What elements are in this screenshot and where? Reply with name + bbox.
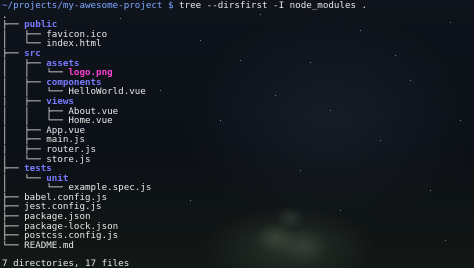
tree-line: ├── package.json (2, 212, 474, 222)
tree-line: ├── tests (2, 164, 474, 174)
tree-branch-prefix: └── (2, 240, 25, 251)
tree-line: ├── public (2, 20, 474, 30)
file-name: App.vue (46, 125, 85, 136)
tree-line: │ │ ├── About.vue (2, 107, 474, 117)
file-name: HelloWorld.vue (68, 87, 146, 97)
command-text: tree --dirsfirst -I node_modules . (173, 1, 368, 11)
tree-line: │ ├── App.vue (2, 126, 474, 136)
file-name: Home.vue (68, 116, 113, 126)
tree-line: . (2, 11, 474, 21)
file-name: index.html (46, 39, 102, 49)
tree-branch-prefix: │ ├── (2, 29, 47, 40)
tree-branch-prefix: │ └── (2, 39, 47, 49)
tree-line: ├── babel.config.js (2, 193, 474, 203)
tree-branch-prefix: │ └── (2, 183, 69, 193)
file-name: About.vue (68, 106, 119, 117)
tree-branch-prefix: │ ├── (2, 125, 47, 136)
tree-branch-prefix: │ ├── (2, 144, 47, 155)
tree-branch-prefix: ├── (2, 164, 25, 174)
tree-branch-prefix: │ ├── (2, 96, 47, 107)
terminal-output: ~/projects/my-awesome-project $ tree --d… (2, 1, 474, 250)
tree-line: │ └── store.js (2, 155, 474, 165)
tree-branch-prefix: ├── (2, 221, 25, 232)
tree-branch-prefix: ├── (2, 212, 25, 222)
command-line: ~/projects/my-awesome-project $ tree --d… (2, 1, 474, 11)
file-name: main.js (46, 135, 85, 145)
terminal-window[interactable]: ~/projects/my-awesome-project $ tree --d… (0, 0, 474, 268)
tree-line: │ ├── favicon.ico (2, 30, 474, 40)
shell-prompt: ~/projects/my-awesome-project $ (2, 1, 174, 11)
directory-name: assets (46, 58, 80, 69)
tree-branch-prefix: │ └── (2, 154, 47, 165)
tree-branch-prefix: ├── (2, 192, 25, 203)
tree-branch-prefix: │ │ └── (2, 87, 69, 97)
tree-line: │ ├── main.js (2, 135, 474, 145)
tree-branch-prefix: ├── (2, 231, 25, 241)
tree-line: │ ├── views (2, 97, 474, 107)
tree-summary: 7 directories, 17 files (2, 258, 130, 268)
tree-line: │ ├── router.js (2, 145, 474, 155)
file-name: package.json (24, 212, 91, 222)
file-name: store.js (46, 154, 91, 165)
directory-name: components (46, 77, 102, 88)
file-name: logo.png (68, 68, 113, 78)
file-name: postcss.config.js (24, 231, 119, 241)
directory-name: unit (46, 173, 69, 184)
tree-branch-prefix: ├── (2, 202, 25, 213)
tree-branch-prefix: │ │ ├── (2, 106, 69, 117)
tree-line: │ └── example.spec.js (2, 183, 474, 193)
directory-name: tests (24, 164, 52, 174)
directory-name: public (24, 20, 58, 30)
file-name: router.js (46, 144, 97, 155)
tree-line: └── README.md (2, 241, 474, 251)
file-name: example.spec.js (68, 183, 152, 193)
directory-name: views (46, 96, 74, 107)
tree-branch-prefix: │ ├── (2, 58, 47, 69)
tree-line: │ ├── assets (2, 59, 474, 69)
tree-line: ├── src (2, 49, 474, 59)
tree-line: ├── jest.config.js (2, 202, 474, 212)
tree-branch-prefix: │ ├── (2, 135, 47, 145)
file-name: package-lock.json (24, 221, 119, 232)
tree-line: ├── package-lock.json (2, 222, 474, 232)
tree-branch-prefix: │ └── (2, 173, 47, 184)
tree-line: │ └── unit (2, 174, 474, 184)
tree-line: │ │ └── logo.png (2, 68, 474, 78)
tree-branch-prefix: ├── (2, 48, 25, 59)
tree-line: │ │ └── Home.vue (2, 116, 474, 126)
tree-line: │ └── index.html (2, 39, 474, 49)
directory-name: src (24, 48, 41, 59)
tree-line: │ ├── components (2, 78, 474, 88)
file-name: jest.config.js (24, 202, 102, 213)
tree-branch-prefix: . (2, 10, 8, 21)
tree-branch-prefix: ├── (2, 20, 25, 30)
directory-tree: . ├── public │ ├── favicon.ico │ └── index.… (2, 11, 474, 251)
tree-line: │ │ └── HelloWorld.vue (2, 87, 474, 97)
file-name: README.md (24, 240, 74, 251)
tree-branch-prefix: │ ├── (2, 77, 47, 88)
tree-branch-prefix: │ │ └── (2, 68, 69, 78)
file-name: favicon.ico (46, 29, 108, 40)
tree-line: ├── postcss.config.js (2, 231, 474, 241)
tree-branch-prefix: │ │ └── (2, 116, 69, 126)
file-name: babel.config.js (24, 192, 108, 203)
